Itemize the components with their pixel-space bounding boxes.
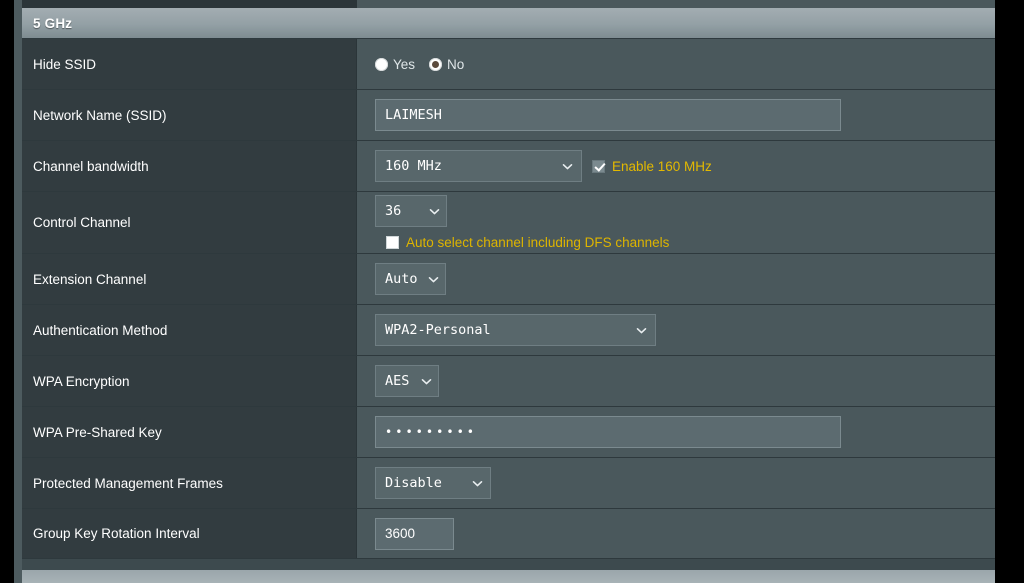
value-wpa-preshared-key: ••••••••• — [357, 407, 995, 457]
protected-management-frames-select-value: Disable — [385, 475, 442, 491]
label-protected-management-frames: Protected Management Frames — [22, 458, 357, 508]
authentication-method-select-value: WPA2-Personal — [385, 322, 491, 338]
value-control-channel: 36 Auto select channel including DFS cha… — [357, 192, 995, 253]
value-wpa-encryption: AES — [357, 356, 995, 406]
chevron-down-icon[interactable] — [561, 160, 574, 173]
label-wpa-preshared-key-text: WPA Pre-Shared Key — [33, 424, 162, 440]
row-group-key-rotation-interval: Group Key Rotation Interval 3600 — [22, 509, 995, 559]
hide-ssid-radio-no[interactable]: No — [429, 57, 464, 72]
extension-channel-select[interactable]: Auto — [375, 263, 446, 295]
checkbox-checked-icon[interactable] — [592, 159, 605, 173]
value-extension-channel: Auto — [357, 254, 995, 304]
row-protected-management-frames: Protected Management Frames Disable — [22, 458, 995, 509]
label-group-key-rotation-interval-text: Group Key Rotation Interval — [33, 526, 200, 541]
row-channel-bandwidth: Channel bandwidth 160 MHz Enable 160 MHz — [22, 141, 995, 192]
settings-rows: Hide SSID Yes No Network Name (SSID) LAI… — [22, 39, 995, 559]
wpa-encryption-select-value: AES — [385, 373, 410, 389]
label-control-channel: Control Channel — [22, 192, 357, 253]
panel-header: 5 GHz — [22, 8, 995, 39]
label-protected-management-frames-text: Protected Management Frames — [33, 475, 223, 491]
channel-bandwidth-controls: 160 MHz Enable 160 MHz — [375, 150, 995, 182]
panel-header-title: 5 GHz — [33, 15, 73, 31]
left-gutter — [0, 0, 22, 583]
protected-management-frames-select[interactable]: Disable — [375, 467, 491, 499]
label-extension-channel: Extension Channel — [22, 254, 357, 304]
value-channel-bandwidth: 160 MHz Enable 160 MHz — [357, 141, 995, 191]
row-authentication-method: Authentication Method WPA2-Personal — [22, 305, 995, 356]
checkbox-unchecked-icon[interactable] — [386, 236, 399, 249]
radio-unchecked-icon[interactable] — [375, 57, 388, 71]
radio-checked-icon[interactable] — [429, 57, 443, 71]
value-hide-ssid: Yes No — [357, 39, 995, 89]
chevron-down-icon[interactable] — [420, 375, 433, 388]
left-gutter-inner — [14, 0, 22, 583]
enable-160mhz-checkbox-wrap[interactable]: Enable 160 MHz — [592, 159, 712, 174]
enable-160mhz-label: Enable 160 MHz — [612, 158, 712, 174]
label-control-channel-text: Control Channel — [33, 215, 131, 230]
dfs-auto-select-label: Auto select channel including DFS channe… — [406, 235, 670, 250]
ssid-input[interactable]: LAIMESH — [375, 99, 841, 131]
channel-bandwidth-select[interactable]: 160 MHz — [375, 150, 582, 182]
label-wpa-encryption: WPA Encryption — [22, 356, 357, 406]
dfs-auto-select-checkbox-wrap[interactable]: Auto select channel including DFS channe… — [386, 235, 995, 250]
label-group-key-rotation-interval: Group Key Rotation Interval — [22, 509, 357, 558]
wpa-preshared-key-masked-value: ••••••••• — [385, 425, 478, 439]
chevron-down-icon[interactable] — [471, 477, 484, 490]
panel-footer-bar — [22, 570, 995, 583]
label-wpa-encryption-text: WPA Encryption — [33, 373, 130, 389]
control-channel-select-value: 36 — [385, 203, 402, 219]
row-wpa-encryption: WPA Encryption AES — [22, 356, 995, 407]
row-network-name: Network Name (SSID) LAIMESH — [22, 90, 995, 141]
authentication-method-select[interactable]: WPA2-Personal — [375, 314, 656, 346]
chevron-down-icon[interactable] — [427, 273, 440, 286]
chevron-down-icon[interactable] — [428, 205, 441, 218]
hide-ssid-radio-no-label: No — [447, 56, 465, 72]
label-channel-bandwidth-text: Channel bandwidth — [33, 158, 149, 174]
top-strip-right — [357, 0, 995, 8]
channel-bandwidth-select-value: 160 MHz — [385, 158, 442, 174]
value-authentication-method: WPA2-Personal — [357, 305, 995, 355]
hide-ssid-radio-group: Yes No — [375, 57, 995, 72]
group-key-rotation-interval-value: 3600 — [385, 526, 416, 541]
label-network-name-text: Network Name (SSID) — [33, 107, 167, 123]
label-extension-channel-text: Extension Channel — [33, 271, 147, 287]
hide-ssid-radio-yes-label: Yes — [393, 56, 416, 72]
label-authentication-method: Authentication Method — [22, 305, 357, 355]
label-hide-ssid-text: Hide SSID — [33, 56, 97, 72]
row-control-channel: Control Channel 36 Auto select channel i… — [22, 192, 995, 254]
label-authentication-method-text: Authentication Method — [33, 322, 168, 338]
value-protected-management-frames: Disable — [357, 458, 995, 508]
ssid-input-value: LAIMESH — [385, 107, 442, 123]
row-extension-channel: Extension Channel Auto — [22, 254, 995, 305]
group-key-rotation-interval-input[interactable]: 3600 — [375, 517, 454, 550]
value-group-key-rotation-interval: 3600 — [357, 509, 995, 558]
label-channel-bandwidth: Channel bandwidth — [22, 141, 357, 191]
row-wpa-preshared-key: WPA Pre-Shared Key ••••••••• — [22, 407, 995, 458]
control-channel-controls: 36 Auto select channel including DFS cha… — [375, 195, 995, 250]
hide-ssid-radio-yes[interactable]: Yes — [375, 57, 415, 72]
router-wireless-settings-screen: 5 GHz Hide SSID Yes No Network Name (SSI… — [0, 0, 1024, 583]
wireless-5ghz-panel: 5 GHz Hide SSID Yes No Network Name (SSI… — [22, 8, 995, 570]
row-hide-ssid: Hide SSID Yes No — [22, 39, 995, 90]
chevron-down-icon[interactable] — [635, 324, 648, 337]
wpa-encryption-select[interactable]: AES — [375, 365, 439, 397]
extension-channel-select-value: Auto — [385, 271, 418, 287]
label-network-name: Network Name (SSID) — [22, 90, 357, 140]
label-hide-ssid: Hide SSID — [22, 39, 357, 89]
control-channel-select[interactable]: 36 — [375, 195, 447, 227]
right-gutter — [995, 0, 1024, 583]
wpa-preshared-key-input[interactable]: ••••••••• — [375, 416, 841, 448]
label-wpa-preshared-key: WPA Pre-Shared Key — [22, 407, 357, 457]
value-network-name: LAIMESH — [357, 90, 995, 140]
